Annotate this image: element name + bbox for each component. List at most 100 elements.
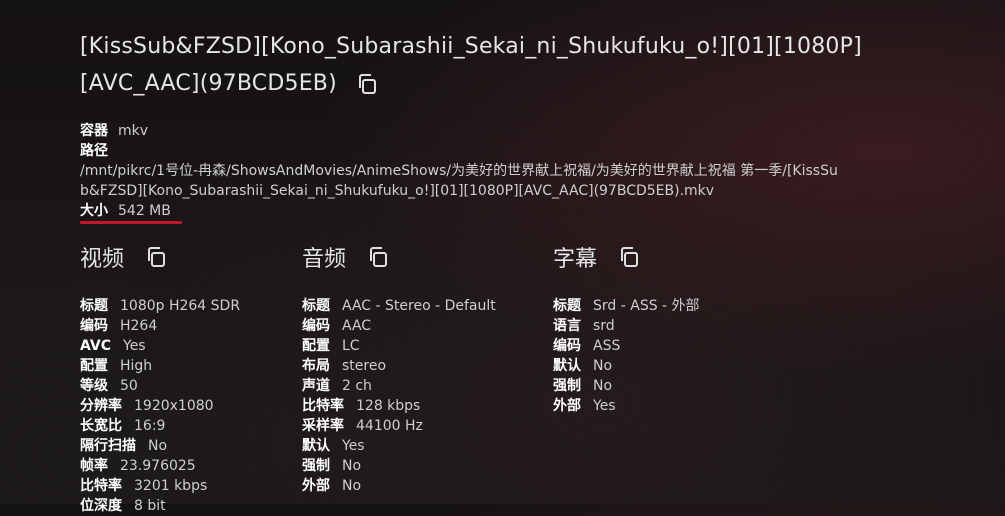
info-label: 帧率 <box>80 458 108 474</box>
info-value: LC <box>342 338 360 354</box>
info-value: stereo <box>342 358 387 374</box>
info-row: 外部 Yes <box>553 396 700 416</box>
info-label: 标题 <box>302 298 330 314</box>
info-label: 外部 <box>302 478 330 494</box>
size-row: 大小 542 MB <box>80 201 840 221</box>
video-section-title: 视频 <box>80 247 125 272</box>
info-row: 比特率 3201 kbps <box>80 476 240 496</box>
path-label: 路径 <box>80 143 108 159</box>
info-value: H264 <box>120 318 158 334</box>
info-value: No <box>148 438 168 454</box>
info-row: 外部 No <box>302 476 496 496</box>
info-value: 128 kbps <box>356 398 421 414</box>
copy-icon <box>621 247 639 267</box>
info-row: 配置 LC <box>302 336 496 356</box>
info-row: 编码 H264 <box>80 316 240 336</box>
copy-video-button[interactable] <box>144 245 168 269</box>
copy-icon <box>358 74 376 94</box>
path-label-row: 路径 <box>80 141 840 161</box>
audio-section: 音频 标题 AAC - Stereo - Default 编码 AAC 配置 LC 布局 st… <box>302 240 496 496</box>
info-row: 长宽比 16:9 <box>80 416 240 436</box>
info-label: 配置 <box>80 358 108 374</box>
info-label: 位深度 <box>80 498 122 514</box>
info-value: srd <box>593 318 615 334</box>
subtitle-section: 字幕 标题 Srd - ASS - 外部 语言 srd 编码 ASS 默认 No 强制 No 外部 Y… <box>553 240 700 416</box>
info-value: 2 ch <box>342 378 372 394</box>
info-value: AAC - Stereo - Default <box>342 298 496 314</box>
media-title-block: [KissSub&FZSD][Kono_Subarashii_Sekai_ni_… <box>80 28 880 102</box>
info-label: 等级 <box>80 378 108 394</box>
copy-audio-button[interactable] <box>366 245 390 269</box>
info-label: 分辨率 <box>80 398 122 414</box>
subtitle-section-title: 字幕 <box>553 247 598 272</box>
info-label: 语言 <box>553 318 581 334</box>
info-label: 隔行扫描 <box>80 438 136 454</box>
info-value: 8 bit <box>134 498 166 514</box>
info-row: 位深度 8 bit <box>80 496 240 516</box>
info-value: 23.976025 <box>120 458 196 474</box>
audio-section-title: 音频 <box>302 247 347 272</box>
info-label: 编码 <box>80 318 108 334</box>
info-value: No <box>342 458 362 474</box>
info-label: 标题 <box>553 298 581 314</box>
info-label: 采样率 <box>302 418 344 434</box>
info-row: 布局 stereo <box>302 356 496 376</box>
info-row: 等级 50 <box>80 376 240 396</box>
info-label: 强制 <box>553 378 581 394</box>
info-label: 默认 <box>553 358 581 374</box>
info-value: No <box>593 358 613 374</box>
info-label: 布局 <box>302 358 330 374</box>
info-label: 编码 <box>553 338 581 354</box>
info-label: 配置 <box>302 338 330 354</box>
info-row: 默认 No <box>553 356 700 376</box>
info-value: No <box>342 478 362 494</box>
info-label: AVC <box>80 338 111 354</box>
info-row: 帧率 23.976025 <box>80 456 240 476</box>
subtitle-section-header: 字幕 <box>553 240 700 274</box>
info-row: 强制 No <box>302 456 496 476</box>
subtitle-rows: 标题 Srd - ASS - 外部 语言 srd 编码 ASS 默认 No 强制 No 外部 Yes <box>553 296 700 416</box>
info-row: 语言 srd <box>553 316 700 336</box>
info-label: 长宽比 <box>80 418 122 434</box>
info-row: AVC Yes <box>80 336 240 356</box>
size-value: 542 MB <box>118 203 171 219</box>
info-row: 分辨率 1920x1080 <box>80 396 240 416</box>
info-value: 16:9 <box>134 418 166 434</box>
info-label: 编码 <box>302 318 330 334</box>
container-row: 容器 mkv <box>80 121 840 141</box>
info-label: 比特率 <box>302 398 344 414</box>
video-rows: 标题 1080p H264 SDR 编码 H264 AVC Yes 配置 High 等级 50 分辨… <box>80 296 240 516</box>
info-value: High <box>120 358 153 374</box>
info-row: 采样率 44100 Hz <box>302 416 496 436</box>
media-title: [KissSub&FZSD][Kono_Subarashii_Sekai_ni_… <box>80 34 862 96</box>
info-row: 配置 High <box>80 356 240 376</box>
container-label: 容器 <box>80 123 108 139</box>
info-row: 声道 2 ch <box>302 376 496 396</box>
info-label: 默认 <box>302 438 330 454</box>
info-value: Yes <box>342 438 365 454</box>
info-row: 编码 ASS <box>553 336 700 356</box>
info-row: 强制 No <box>553 376 700 396</box>
copy-icon <box>148 247 166 267</box>
info-value: Yes <box>123 338 146 354</box>
info-row: 编码 AAC <box>302 316 496 336</box>
video-section: 视频 标题 1080p H264 SDR 编码 H264 AVC Yes 配置 High 等级 5… <box>80 240 240 516</box>
info-value: 44100 Hz <box>356 418 423 434</box>
info-value: Srd - ASS - 外部 <box>593 298 700 314</box>
copy-icon <box>370 247 388 267</box>
info-value: Yes <box>593 398 616 414</box>
info-label: 比特率 <box>80 478 122 494</box>
info-row: 标题 1080p H264 SDR <box>80 296 240 316</box>
size-label: 大小 <box>80 203 108 219</box>
info-row: 隔行扫描 No <box>80 436 240 456</box>
info-value: ASS <box>593 338 621 354</box>
info-value: 1920x1080 <box>134 398 214 414</box>
info-value: AAC <box>342 318 372 334</box>
info-value: No <box>593 378 613 394</box>
info-label: 声道 <box>302 378 330 394</box>
copy-title-button[interactable] <box>355 72 379 96</box>
copy-subtitle-button[interactable] <box>617 245 641 269</box>
audio-section-header: 音频 <box>302 240 496 274</box>
size-underline <box>80 221 182 224</box>
info-value: 1080p H264 SDR <box>120 298 241 314</box>
